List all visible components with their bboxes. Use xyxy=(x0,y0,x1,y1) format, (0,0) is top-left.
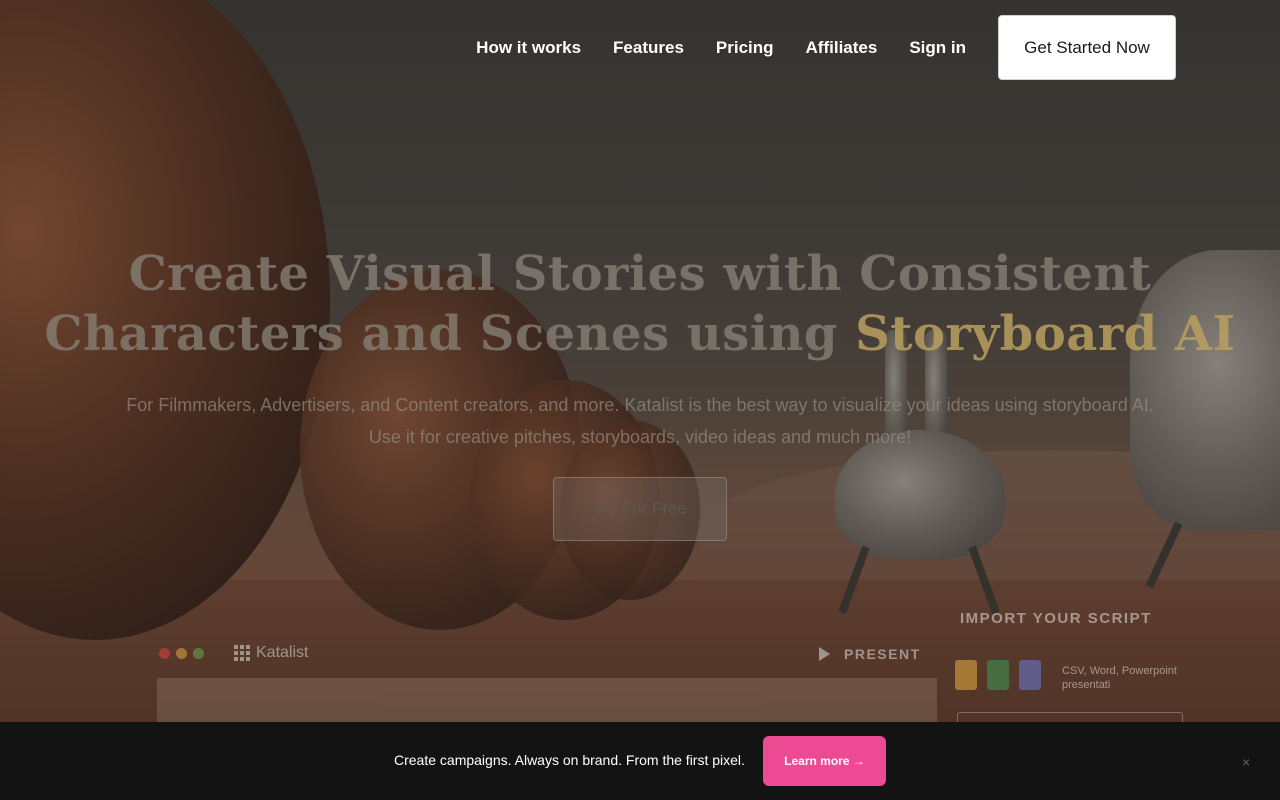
hero-subtitle-line2: Use it for creative pitches, storyboards… xyxy=(368,427,912,447)
top-nav: How it works Features Pricing Affiliates… xyxy=(476,15,1176,80)
preview-canvas xyxy=(157,678,937,728)
app-preview: Katalist PRESENT IMPORT YOUR SCRIPT CSV,… xyxy=(137,610,1217,742)
window-controls xyxy=(159,648,204,659)
hero-subtitle: For Filmmakers, Advertisers, and Content… xyxy=(0,389,1280,453)
window-dot-yellow xyxy=(176,648,187,659)
powerpoint-file-icon xyxy=(1019,660,1041,690)
hero-title: Create Visual Stories with Consistent Ch… xyxy=(0,244,1280,364)
nav-sign-in[interactable]: Sign in xyxy=(909,38,966,58)
window-dot-green xyxy=(193,648,204,659)
nav-how-it-works[interactable]: How it works xyxy=(476,38,581,58)
get-started-button[interactable]: Get Started Now xyxy=(998,15,1176,80)
close-icon[interactable]: × xyxy=(1242,754,1250,770)
import-script-title: IMPORT YOUR SCRIPT xyxy=(960,610,1152,627)
logo-text: Katalist xyxy=(256,644,309,661)
try-for-free-button[interactable]: Try For Free xyxy=(553,477,727,541)
hero-title-line1: Create Visual Stories with Consistent xyxy=(128,246,1152,302)
nav-pricing[interactable]: Pricing xyxy=(716,38,774,58)
present-label: PRESENT xyxy=(844,646,921,662)
nav-features[interactable]: Features xyxy=(613,38,684,58)
word-file-icon xyxy=(987,660,1009,690)
hero-title-line2: Characters and Scenes using xyxy=(44,306,856,362)
hero-title-accent: Storyboard AI xyxy=(855,306,1236,362)
hero-subtitle-line1: For Filmmakers, Advertisers, and Content… xyxy=(126,395,1154,415)
nav-affiliates[interactable]: Affiliates xyxy=(806,38,878,58)
import-formats-note: CSV, Word, Powerpoint presentati xyxy=(1062,665,1177,691)
learn-more-button[interactable]: Learn more → xyxy=(763,736,886,786)
file-type-icons xyxy=(955,660,1041,690)
katalist-logo: Katalist xyxy=(234,644,308,662)
window-dot-red xyxy=(159,648,170,659)
logo-grid-icon xyxy=(234,645,250,661)
play-icon xyxy=(819,647,830,661)
csv-file-icon xyxy=(955,660,977,690)
promo-banner: Create campaigns. Always on brand. From … xyxy=(0,722,1280,800)
banner-text: Create campaigns. Always on brand. From … xyxy=(394,752,745,768)
present-button: PRESENT xyxy=(819,646,921,662)
